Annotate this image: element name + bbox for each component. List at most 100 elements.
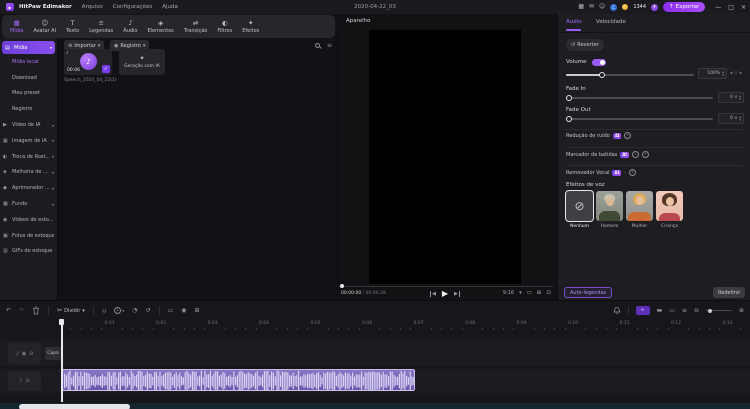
preview-seekbar[interactable] — [341, 286, 553, 287]
cover-button[interactable]: Capa — [45, 347, 61, 360]
sidebar-item-gifs-estoque[interactable]: ▥ GIFs de estoque — [0, 244, 57, 260]
volume-toggle[interactable] — [592, 59, 606, 66]
tab-audio-inspector[interactable]: Áudio — [566, 19, 582, 25]
split-button[interactable]: ✂ Dividir ▾ — [57, 307, 85, 314]
keyframe-next-icon[interactable]: ▸ — [740, 71, 742, 76]
sidebar-item-midia-local[interactable]: Mídia local — [0, 54, 57, 70]
fade-out-slider[interactable] — [566, 115, 713, 122]
restore-button[interactable]: □ — [728, 4, 734, 11]
sidebar-item-melhoria[interactable]: ◈ Melhoria de ... ▾ — [0, 165, 57, 181]
view-mode-wave-icon[interactable]: ≈ — [635, 306, 650, 315]
history-icon[interactable]: ↺ — [146, 307, 151, 314]
voice-option-homem[interactable]: Homem — [596, 191, 623, 229]
fade-out-value-box[interactable]: 0 s ▴ ▾ — [718, 113, 744, 124]
sidebar-item-midia[interactable]: ▤ Mídia ▾ — [2, 41, 55, 54]
zoom-out-icon[interactable]: ⊖ — [694, 307, 699, 314]
add-credits-button[interactable]: + — [651, 3, 659, 11]
speed-icon[interactable]: ◔ — [132, 307, 137, 314]
feedback-icon[interactable]: ✉ — [589, 4, 594, 10]
layout-icon[interactable]: ▦ — [578, 4, 584, 10]
fade-in-handle[interactable] — [566, 94, 572, 101]
audio-clip[interactable] — [62, 369, 415, 391]
fade-in-value-box[interactable]: 0 s ▴ ▾ — [718, 92, 744, 103]
tab-efeitos[interactable]: ✦ Efeitos — [242, 19, 259, 34]
view-mode-box-icon[interactable]: ▭ — [669, 307, 675, 314]
volume-slider-handle[interactable] — [599, 71, 605, 78]
add-track-icon[interactable]: ⊞ — [194, 307, 199, 314]
tab-filtros[interactable]: ◐ Filtros — [217, 19, 232, 34]
step-down-icon[interactable]: ▾ — [722, 73, 724, 77]
playhead-handle[interactable] — [59, 319, 64, 325]
export-button[interactable]: ↑ Exportar — [663, 2, 706, 12]
voice-option-crianca[interactable]: Criança — [656, 191, 683, 229]
keyframe-add-icon[interactable]: ◇ — [734, 71, 737, 76]
mute-track-icon[interactable]: ♪ — [16, 351, 19, 357]
step-down-icon[interactable]: ▾ — [739, 118, 741, 122]
fade-in-slider[interactable] — [566, 94, 713, 101]
tab-velocidade[interactable]: Velocidade — [596, 19, 626, 25]
search-icon[interactable] — [315, 43, 320, 48]
track-mode-dropdown[interactable]: 1 ▾ — [114, 307, 124, 314]
fade-out-handle[interactable] — [566, 115, 572, 122]
menu-ajuda[interactable]: Ajuda — [162, 4, 178, 10]
mute-audio-icon[interactable]: ♪ — [19, 378, 22, 384]
sidebar-item-meu-preset[interactable]: Meu preset — [0, 86, 57, 102]
grid-icon[interactable]: ⊞ — [537, 290, 542, 296]
tab-audio[interactable]: ♪ Áudio — [123, 19, 137, 34]
lock-audio-icon[interactable]: ⊙ — [26, 378, 30, 384]
redo-icon[interactable]: ↷ — [19, 307, 24, 314]
zoom-in-icon[interactable]: ⊕ — [739, 307, 744, 314]
playhead[interactable] — [61, 319, 63, 402]
snapshot-icon[interactable]: ▭ — [527, 290, 532, 296]
tab-avatar-ai[interactable]: ☺ Avatar AI — [33, 19, 56, 34]
undo-icon[interactable]: ↶ — [6, 307, 11, 314]
close-button[interactable]: × — [741, 4, 746, 11]
prev-frame-button[interactable]: ◀ — [430, 290, 436, 297]
sidebar-item-video-ia[interactable]: ▶ Vídeo de IA ▾ — [0, 117, 57, 133]
tab-texto[interactable]: T Texto — [66, 19, 79, 34]
tab-elementos[interactable]: ◈ Elementos — [148, 19, 174, 34]
timeline-hscrollbar-thumb[interactable] — [19, 403, 130, 409]
auto-captions-button[interactable]: Auto-legendas — [564, 287, 613, 298]
aspect-ratio-value[interactable]: 9:16 — [503, 290, 514, 296]
sidebar-item-download[interactable]: Download — [0, 70, 57, 86]
ai-generate-card[interactable]: ✦ Geração com IA — [119, 49, 165, 75]
apply-vocal-remover-button[interactable]: + — [628, 169, 636, 176]
volume-value-box[interactable]: 100% ▴ ▾ — [698, 68, 727, 79]
sidebar-item-fotos-estoque[interactable]: ▣ Fotos de estoque — [0, 228, 57, 244]
sidebar-item-fundo[interactable]: ▩ Fundo ▾ — [0, 196, 57, 212]
sidebar-item-imagem-ia[interactable]: ▦ Imagem de IA ▾ — [0, 133, 57, 149]
tab-transicao[interactable]: ⇄ Transição — [184, 19, 207, 34]
seekbar-handle[interactable] — [340, 284, 344, 288]
trash-icon[interactable] — [32, 306, 40, 315]
volume-slider[interactable] — [566, 71, 694, 78]
video-viewport[interactable] — [369, 30, 521, 284]
video-track-lane[interactable] — [0, 340, 750, 366]
voice-option-mulher[interactable]: Mulher — [626, 191, 653, 229]
fullscreen-icon[interactable]: ⊡ — [546, 290, 551, 296]
reset-button[interactable]: Redefinir — [713, 287, 746, 298]
sidebar-item-aprimorador[interactable]: ◆ Aprimorador ... ▾ — [0, 180, 57, 196]
marker-icon[interactable]: ▭ — [168, 307, 174, 314]
play-button[interactable]: ▶ — [442, 289, 448, 298]
timeline-ruler[interactable]: 0:01 0:02 0:03 0:04 0:05 0:06 0:07 0:08 0:09 0:10… — [60, 319, 750, 331]
sidebar-item-videos-estoque[interactable]: ◉ Vídeos de esto... — [0, 212, 57, 228]
bell-icon[interactable] — [613, 306, 621, 315]
voice-option-none[interactable]: ⊘ Nenhum — [565, 190, 594, 229]
menu-configuracoes[interactable]: Configurações — [113, 4, 152, 10]
reverse-button[interactable]: ↺ Reverter — [566, 39, 604, 51]
sort-icon[interactable]: ≡ — [327, 42, 332, 49]
zoom-slider[interactable] — [705, 308, 732, 313]
avatar[interactable]: C — [610, 3, 618, 11]
media-clip-thumbnail[interactable]: ♪ ♪ 00:06 ✓ — [64, 49, 112, 75]
hide-track-icon[interactable]: ◉ — [22, 351, 26, 357]
view-mode-compact-icon[interactable]: ▬ — [657, 307, 663, 314]
zoom-slider-handle[interactable] — [707, 308, 712, 313]
next-frame-button[interactable]: ▶ — [454, 290, 460, 297]
keyframe-prev-icon[interactable]: ◂ — [730, 71, 732, 76]
tab-legendas[interactable]: ≡ Legendas — [89, 19, 113, 34]
record-icon[interactable]: ◉ — [181, 307, 186, 314]
step-down-icon[interactable]: ▾ — [739, 97, 741, 101]
sidebar-item-registro[interactable]: Registro — [0, 101, 57, 117]
apply-beat-marker-button[interactable]: + — [641, 151, 649, 158]
